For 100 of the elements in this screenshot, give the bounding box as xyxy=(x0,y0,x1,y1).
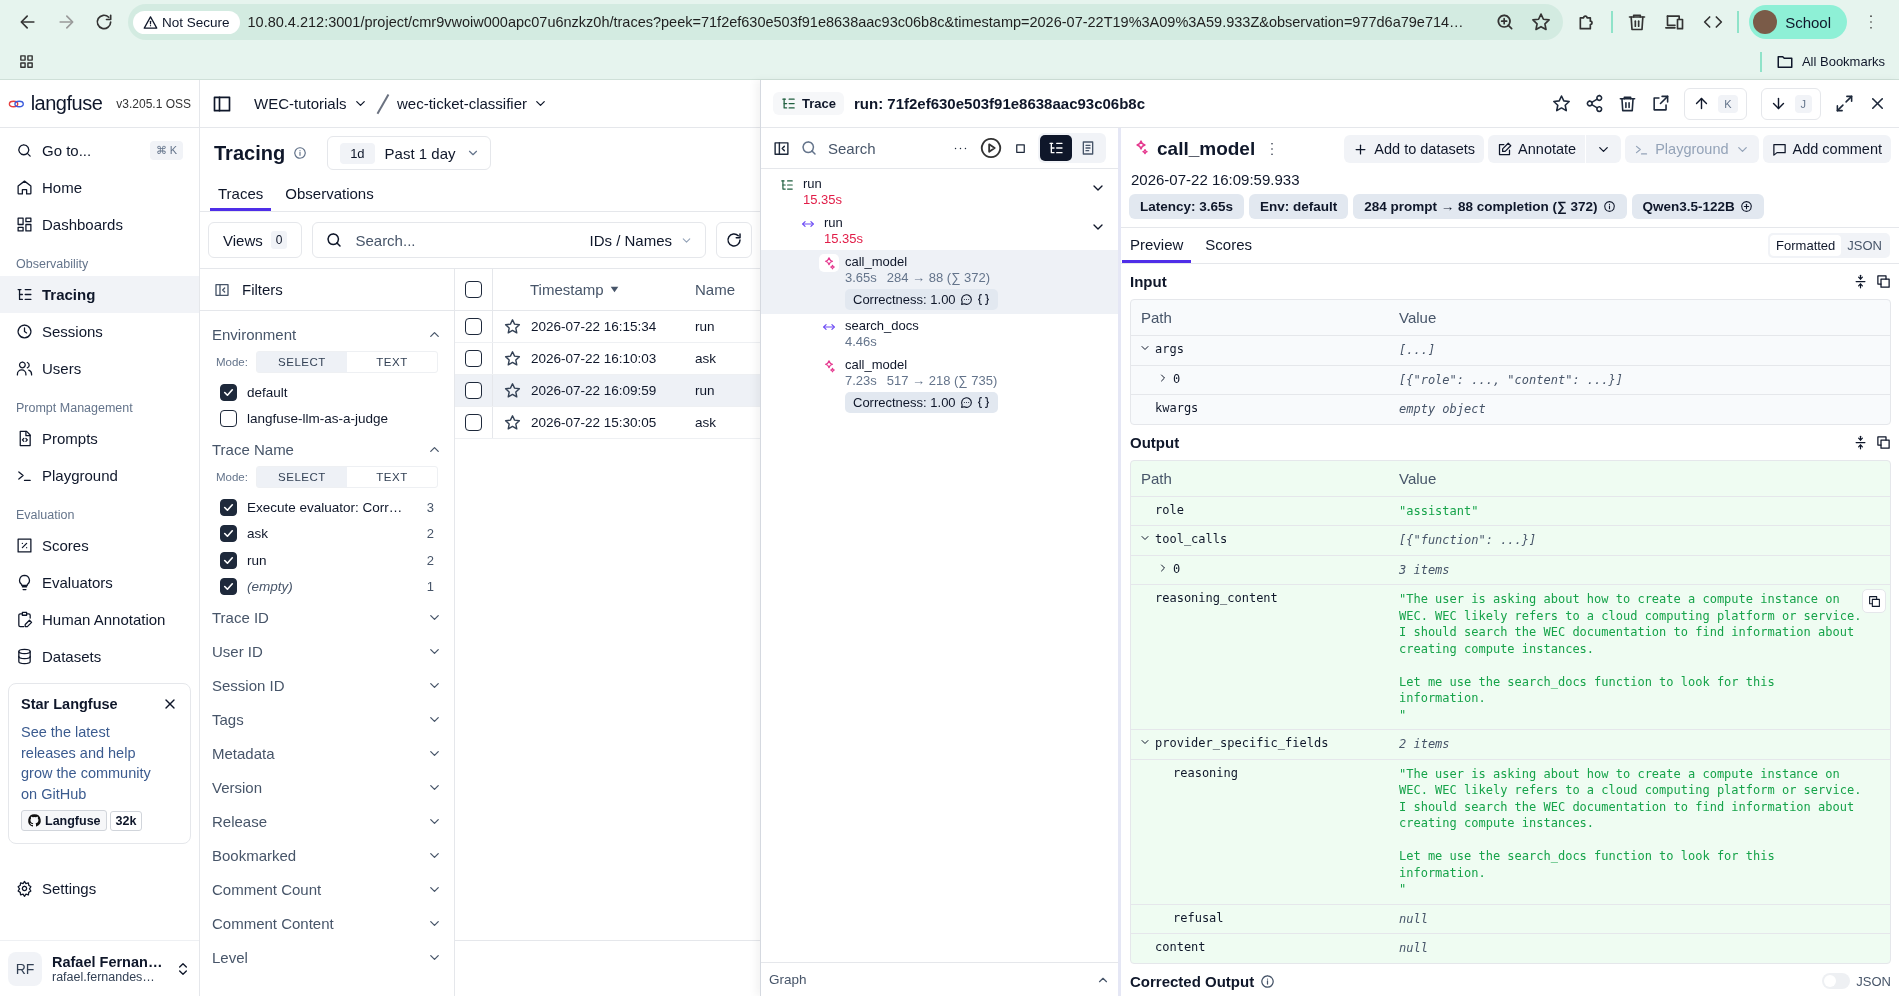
action-button[interactable]: Add comment xyxy=(1762,135,1891,163)
filter-option[interactable]: (empty) xyxy=(247,579,417,595)
checkbox[interactable] xyxy=(220,578,237,596)
nav-item[interactable]: Home xyxy=(8,169,191,206)
mode-toggle[interactable]: TEXT xyxy=(347,352,437,372)
table-row[interactable]: 2026-07-22 16:15:34 run xyxy=(455,311,760,343)
reload-icon[interactable] xyxy=(94,12,114,32)
tab[interactable]: Preview xyxy=(1122,228,1192,263)
filter-group-header[interactable]: Trace ID xyxy=(212,600,442,634)
tree-node[interactable]: call_model 7.23s 517 → 218 (∑ 735) Correctness: 1.00 xyxy=(761,353,1118,417)
views-button[interactable]: Views 0 xyxy=(208,222,303,258)
copy-icon[interactable] xyxy=(1876,434,1891,450)
filter-group-header[interactable]: Session ID xyxy=(212,668,442,702)
checkbox[interactable] xyxy=(220,525,237,543)
filter-option[interactable]: langfuse-llm-as-a-judge xyxy=(247,411,434,427)
checkbox[interactable] xyxy=(465,382,482,399)
tab[interactable]: Traces xyxy=(210,178,272,211)
star-icon[interactable] xyxy=(1531,12,1552,32)
checkbox[interactable] xyxy=(220,498,237,516)
nav-item[interactable]: Prompts xyxy=(8,420,191,457)
column-header[interactable]: Timestamp xyxy=(530,281,695,298)
star-icon[interactable] xyxy=(1552,94,1572,113)
filter-group-header[interactable]: Trace Name xyxy=(212,432,442,466)
search-field[interactable]: Search xyxy=(826,138,942,158)
breadcrumb-dropdown[interactable]: WEC-tutorials xyxy=(254,95,368,112)
mode-toggle[interactable]: SELECT xyxy=(256,467,347,487)
view-mode-toggle[interactable]: JSON xyxy=(1841,235,1888,256)
play-button[interactable] xyxy=(979,136,1003,160)
bookmarks-folder[interactable]: All Bookmarks xyxy=(1775,52,1885,71)
filter-group-header[interactable]: Version xyxy=(212,770,442,804)
nav-item[interactable]: Datasets xyxy=(8,638,191,675)
refresh-button[interactable] xyxy=(716,222,752,258)
tree-node[interactable]: run 15.35s xyxy=(761,172,1118,211)
checkbox[interactable] xyxy=(220,551,237,569)
panel-collapse-icon[interactable] xyxy=(773,139,790,157)
tree-view-button[interactable] xyxy=(1040,135,1072,161)
checkbox[interactable] xyxy=(220,383,237,401)
settings-link[interactable]: Settings xyxy=(8,870,191,907)
checkbox[interactable] xyxy=(465,281,482,298)
checkbox[interactable] xyxy=(465,318,482,335)
filter-group-header[interactable]: Tags xyxy=(212,702,442,736)
tree-node[interactable]: run 15.35s xyxy=(761,211,1118,250)
nav-item[interactable]: Users xyxy=(8,350,191,387)
filter-group-header[interactable]: Environment xyxy=(212,317,442,351)
copy-icon[interactable] xyxy=(1876,274,1891,289)
filter-group-header[interactable]: User ID xyxy=(212,634,442,668)
column-header[interactable]: Name xyxy=(695,281,735,298)
github-button[interactable]: Langfuse xyxy=(21,810,107,831)
copy-button[interactable] xyxy=(1862,589,1886,613)
search-field[interactable]: Search... IDs / Names xyxy=(312,222,706,258)
tree-node[interactable]: search_docs 4.46s xyxy=(761,314,1118,353)
tab[interactable]: Observations xyxy=(277,178,382,211)
nav-item[interactable]: Playground xyxy=(8,457,191,494)
filter-group-header[interactable]: Metadata xyxy=(212,736,442,770)
filter-option[interactable]: run xyxy=(247,552,417,568)
action-button[interactable]: Add to datasets xyxy=(1344,135,1485,163)
star-icon[interactable] xyxy=(503,350,521,367)
search-scope-dropdown[interactable]: IDs / Names xyxy=(589,231,693,249)
star-icon[interactable] xyxy=(503,318,521,335)
checkbox[interactable] xyxy=(465,414,482,431)
share-icon[interactable] xyxy=(1585,94,1605,113)
action-button[interactable]: Annotate xyxy=(1488,135,1586,163)
star-icon[interactable] xyxy=(503,414,521,431)
table-row[interactable]: 2026-07-22 15:30:05 ask xyxy=(455,407,760,439)
filter-group-header[interactable]: Release xyxy=(212,804,442,838)
breadcrumb-dropdown[interactable]: wec-ticket-classifier xyxy=(397,95,549,112)
star-icon[interactable] xyxy=(503,382,521,399)
address-bar[interactable]: Not Secure 10.80.4.212:3001/project/cmr9vwoiw000apc07u6nzkz0h/traces?peek=71f2ef630e503f91e8638aac93c06b8c&timestamp=2026-07-22T19%3A09%3A59.933Z&observation=977d6a79e714… xyxy=(128,4,1564,40)
nav-item[interactable]: Evaluators xyxy=(8,564,191,601)
filter-group-header[interactable]: Bookmarked xyxy=(212,838,442,872)
expand-icon[interactable] xyxy=(1835,94,1854,113)
checkbox[interactable] xyxy=(220,410,237,428)
previous-button[interactable]: K xyxy=(1684,87,1747,120)
profile-button[interactable]: School xyxy=(1749,5,1847,39)
nav-item[interactable]: Dashboards xyxy=(8,206,191,243)
apps-grid-icon[interactable] xyxy=(18,53,35,70)
filter-group-header[interactable]: Comment Count xyxy=(212,872,442,906)
view-mode-toggle[interactable]: Formatted xyxy=(1770,235,1842,256)
filter-option[interactable]: default xyxy=(247,384,434,400)
trash-icon[interactable] xyxy=(1627,12,1648,32)
nav-item[interactable]: Scores xyxy=(8,527,191,564)
devices-icon[interactable] xyxy=(1665,12,1686,32)
nav-item[interactable]: Tracing xyxy=(0,276,199,313)
mode-toggle[interactable]: TEXT xyxy=(347,467,437,487)
filter-option[interactable]: Execute evaluator: Corr… xyxy=(247,499,417,515)
security-chip[interactable]: Not Secure xyxy=(133,10,240,34)
panel-collapse-icon[interactable] xyxy=(214,281,230,298)
collapse-icon[interactable] xyxy=(1853,274,1868,289)
tab[interactable]: Scores xyxy=(1197,228,1261,263)
filter-option[interactable]: ask xyxy=(247,526,417,542)
checkbox[interactable] xyxy=(465,350,482,367)
trash-icon[interactable] xyxy=(1618,94,1638,113)
nav-item[interactable]: Sessions xyxy=(8,313,191,350)
filter-group-header[interactable]: Comment Content xyxy=(212,906,442,940)
mode-toggle[interactable]: SELECT xyxy=(256,352,347,372)
nav-item[interactable]: Human Annotation xyxy=(8,601,191,638)
table-row[interactable]: 2026-07-22 16:09:59 run xyxy=(455,375,760,407)
goto-button[interactable]: Go to... ⌘ K xyxy=(8,132,191,169)
external-link-icon[interactable] xyxy=(1651,94,1671,113)
next-button[interactable]: J xyxy=(1760,87,1821,120)
